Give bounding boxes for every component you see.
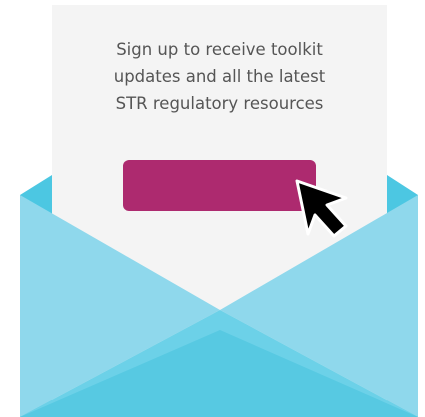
signup-message-line-3: STR regulatory resources — [115, 94, 324, 113]
signup-message-line-1: Sign up to receive toolkit — [116, 40, 323, 59]
signup-button[interactable] — [123, 160, 316, 211]
signup-message: Sign up to receive toolkit updates and a… — [52, 36, 387, 117]
email-signup-illustration: Sign up to receive toolkit updates and a… — [0, 0, 425, 417]
signup-message-line-2: updates and all the latest — [113, 67, 326, 86]
